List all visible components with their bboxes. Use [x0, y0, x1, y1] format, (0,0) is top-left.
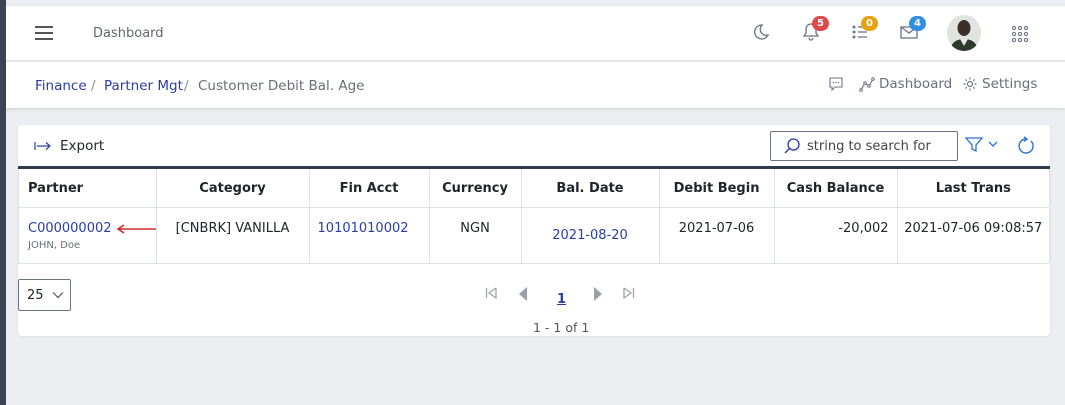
- column-header-bal-date[interactable]: Bal. Date: [520, 167, 660, 208]
- fin-acct-link[interactable]: 10101010002: [318, 221, 409, 236]
- cell-partner: C000000002 JOHN, Doe: [18, 207, 157, 264]
- breadcrumb-finance[interactable]: Finance: [35, 78, 87, 94]
- report-card: Export Partner Category Fin Acct Currenc…: [18, 125, 1051, 336]
- column-header-cash-balance[interactable]: Cash Balance: [773, 167, 898, 208]
- bal-date-link[interactable]: 2021-08-20: [552, 228, 628, 243]
- column-header-category[interactable]: Category: [155, 167, 310, 208]
- pagination-info: 1 - 1 of 1: [533, 320, 590, 335]
- settings-link-label: Settings: [982, 76, 1038, 92]
- prev-page-icon[interactable]: [518, 287, 528, 301]
- column-header-partner[interactable]: Partner: [18, 167, 157, 208]
- data-table: Partner Category Fin Acct Currency Bal. …: [18, 166, 1051, 264]
- dashboard-link-label: Dashboard: [879, 76, 953, 92]
- partner-name: JOHN, Doe: [28, 240, 81, 251]
- top-navbar: Dashboard 5 0 4: [6, 5, 1065, 61]
- page-number-current[interactable]: 1: [557, 292, 566, 307]
- column-header-currency[interactable]: Currency: [428, 167, 522, 208]
- bell-icon[interactable]: 5: [802, 16, 829, 46]
- breadcrumb-separator: /: [91, 78, 96, 94]
- menu-icon[interactable]: [35, 26, 53, 40]
- search-icon: [784, 138, 800, 154]
- search-input[interactable]: [807, 138, 957, 154]
- cell-fin-acct: 10101010002: [308, 207, 430, 264]
- next-page-icon[interactable]: [593, 287, 603, 301]
- table-header-row: Partner Category Fin Acct Currency Bal. …: [18, 167, 1051, 208]
- export-arrow-icon: [34, 142, 51, 150]
- last-page-icon[interactable]: [621, 287, 635, 299]
- annotation-arrow-icon: [116, 223, 156, 234]
- notifications-badge: 5: [812, 16, 829, 31]
- tasks-badge: 0: [861, 16, 878, 31]
- column-header-last-trans[interactable]: Last Trans: [896, 167, 1051, 208]
- first-page-icon[interactable]: [485, 287, 499, 299]
- table-row: C000000002 JOHN, Doe [CNBRK] VANILLA 101…: [18, 207, 1051, 264]
- refresh-icon[interactable]: [1016, 136, 1036, 160]
- breadcrumb-partner-mgt[interactable]: Partner Mgt: [104, 78, 183, 94]
- search-box[interactable]: [770, 131, 958, 161]
- cell-cash-balance: -20,002: [773, 207, 898, 264]
- messages-badge: 4: [909, 16, 926, 31]
- cell-bal-date: 2021-08-20: [520, 207, 660, 264]
- cell-currency: NGN: [428, 207, 522, 264]
- cell-debit-begin: 2021-07-06: [658, 207, 775, 264]
- cell-last-trans: 2021-07-06 09:08:57: [896, 207, 1051, 264]
- topbar-title[interactable]: Dashboard: [93, 26, 164, 41]
- task-list-icon[interactable]: 0: [851, 16, 878, 46]
- apps-grid-icon[interactable]: [1010, 24, 1034, 48]
- page-size-select[interactable]: 25: [18, 279, 71, 311]
- export-button[interactable]: Export: [34, 138, 104, 154]
- mail-icon[interactable]: 4: [899, 16, 926, 46]
- settings-link[interactable]: Settings: [962, 76, 1037, 92]
- comment-icon[interactable]: [828, 76, 844, 92]
- page-size-value: 25: [27, 287, 44, 303]
- user-avatar[interactable]: [947, 15, 981, 51]
- filter-icon[interactable]: [964, 137, 1001, 157]
- export-label: Export: [60, 138, 105, 154]
- column-header-fin-acct[interactable]: Fin Acct: [308, 167, 430, 208]
- breadcrumb-separator: /: [184, 78, 189, 94]
- column-header-debit-begin[interactable]: Debit Begin: [658, 167, 775, 208]
- cell-category: [CNBRK] VANILLA: [155, 207, 310, 264]
- graph-icon: [859, 77, 875, 92]
- moon-icon[interactable]: [751, 22, 775, 46]
- gear-icon: [963, 77, 977, 91]
- chevron-down-icon: [52, 292, 63, 299]
- dashboard-link[interactable]: Dashboard: [859, 76, 952, 92]
- breadcrumb-current: Customer Debit Bal. Age: [198, 78, 365, 94]
- breadcrumb-bar: Finance / Partner Mgt / Customer Debit B…: [6, 62, 1065, 108]
- partner-code-link[interactable]: C000000002: [28, 221, 112, 236]
